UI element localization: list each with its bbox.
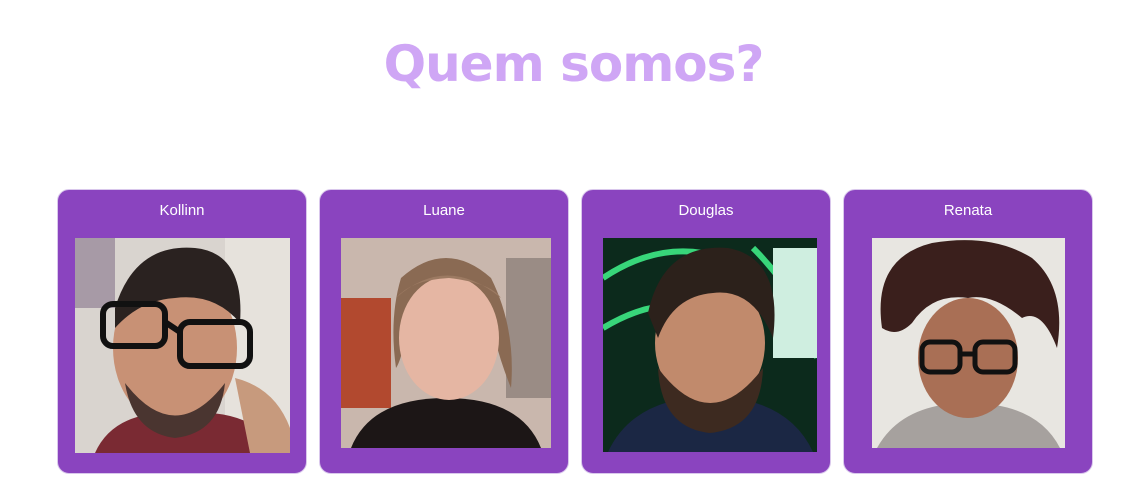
team-card-4: Renata bbox=[843, 189, 1093, 474]
section-title: Quem somos? bbox=[383, 35, 765, 93]
team-cards: Kollinn Luane Douglas Renata bbox=[57, 189, 1093, 474]
member-photo bbox=[603, 238, 817, 452]
member-photo bbox=[75, 238, 290, 453]
member-name: Douglas bbox=[678, 202, 734, 219]
team-card-2: Luane bbox=[319, 189, 569, 474]
member-name: Kollinn bbox=[159, 202, 205, 219]
member-photo bbox=[341, 238, 551, 448]
member-name: Renata bbox=[943, 202, 993, 219]
team-card-1: Kollinn bbox=[57, 189, 307, 474]
member-name: Luane bbox=[423, 202, 465, 219]
team-card-3: Douglas bbox=[581, 189, 831, 474]
member-photo bbox=[872, 238, 1065, 448]
about-section: Quem somos? Kollinn Luane Douglas Renata bbox=[0, 0, 1131, 493]
